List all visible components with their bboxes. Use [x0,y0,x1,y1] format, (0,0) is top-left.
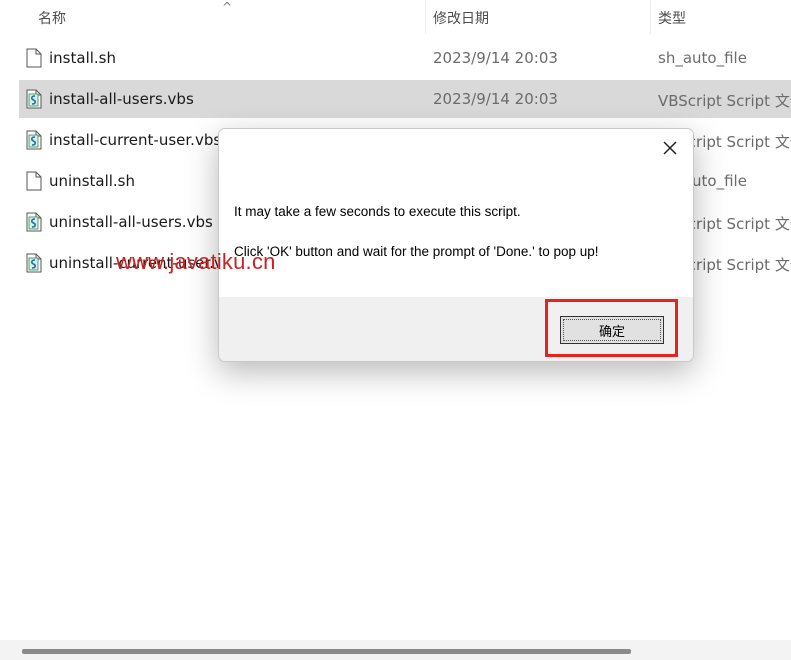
vbscript-file-icon [25,130,43,150]
dialog-message-line-1: It may take a few seconds to execute thi… [234,204,521,219]
column-header-type[interactable]: 类型 [658,8,686,28]
file-name: install-current-user.vbs [49,131,222,149]
dialog-button-bar: 确定 [219,297,693,361]
blank-file-icon [25,171,43,191]
file-type: sh_auto_file [658,49,747,67]
close-icon[interactable] [659,137,681,159]
vbscript-file-icon [25,212,43,232]
column-divider[interactable] [650,0,651,34]
column-header-name[interactable]: 名称 [38,8,66,28]
ok-button[interactable]: 确定 [560,316,664,344]
file-name: uninstall.sh [49,172,136,190]
script-message-dialog: It may take a few seconds to execute thi… [218,128,694,362]
column-divider[interactable] [425,0,426,34]
vbscript-file-icon [25,89,43,109]
watermark-text: www.javatiku.cn [116,249,276,274]
file-row[interactable]: install.sh 2023/9/14 20:03 sh_auto_file [19,39,791,77]
column-header-bar: ^ 名称 修改日期 类型 [0,0,791,34]
scrollbar-thumb[interactable] [22,649,631,654]
dialog-title-bar[interactable] [219,129,693,167]
horizontal-scrollbar[interactable] [0,640,791,660]
file-modified-date: 2023/9/14 20:03 [433,49,558,67]
dialog-body: It may take a few seconds to execute thi… [219,167,693,297]
blank-file-icon [25,48,43,68]
column-header-date[interactable]: 修改日期 [433,8,489,28]
file-row[interactable]: install-all-users.vbs 2023/9/14 20:03 VBSc… [19,80,791,118]
file-type: VBScript Script 文件 [658,92,791,110]
dialog-message-line-2: Click 'OK' button and wait for the promp… [234,244,599,259]
file-name: install-all-users.vbs [49,90,194,108]
vbscript-file-icon [25,253,43,273]
file-name: uninstall-all-users.vbs [49,213,213,231]
sort-ascending-icon: ^ [222,0,233,14]
file-name: install.sh [49,49,116,67]
file-modified-date: 2023/9/14 20:03 [433,90,558,108]
